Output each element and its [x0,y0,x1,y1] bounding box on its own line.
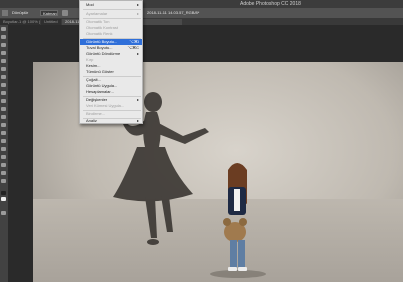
background-color-icon[interactable] [1,197,6,201]
menu-item-trap[interactable]: Bindirme... [80,111,142,117]
type-tool-icon[interactable] [1,147,6,151]
document-tabs: Boyutlar-1 @ 100% (Katman 4, RGB/8) Unti… [0,18,403,25]
tools-panel [0,25,8,282]
dodge-tool-icon[interactable] [1,131,6,135]
tool-name[interactable]: Dönüştür [10,10,30,16]
lasso-tool-icon[interactable] [1,43,6,47]
shape-tool-icon[interactable] [1,163,6,167]
marquee-tool-icon[interactable] [1,35,6,39]
gradient-tool-icon[interactable] [1,115,6,119]
foreground-color-icon[interactable] [1,191,6,195]
menu-bar: Adobe Photoshop CC 2018 [0,0,403,8]
girl-figure [223,163,247,271]
options-bar: Dönüştür Katman 2018-11-11 14.03.57_RGB/… [0,8,403,18]
menu-item-mode[interactable]: Mod ▸ [80,2,142,8]
zoom-tool-icon[interactable] [1,179,6,183]
path-select-icon[interactable] [1,155,6,159]
quick-select-tool-icon[interactable] [1,51,6,55]
quick-mask-icon[interactable] [1,211,6,215]
document-name: 2018-11-11 14.03.57_RGB/8* [147,10,200,15]
submenu-arrow-icon: ▸ [136,2,139,7]
blur-tool-icon[interactable] [1,123,6,127]
canvas-area[interactable] [8,25,403,282]
layer-select[interactable]: Katman [40,10,58,16]
brush-tool-icon[interactable] [1,83,6,87]
menu-item-analysis[interactable]: Analiz ▸ [80,118,142,124]
healing-brush-icon[interactable] [1,75,6,79]
clone-stamp-icon[interactable] [1,91,6,95]
menu-item-adjustments[interactable]: Ayarlamalar ▸ [80,11,142,17]
menu-item-calculations[interactable]: Hesaplamalar... [80,89,142,95]
move-tool-icon[interactable] [1,27,6,31]
hand-tool-icon[interactable] [1,171,6,175]
eyedropper-tool-icon[interactable] [1,67,6,71]
app-title: Adobe Photoshop CC 2018 [240,1,301,7]
menu-item-reveal-all[interactable]: Tümünü Göster [80,69,142,75]
menu-item-apply-data-set[interactable]: Veri Kümesi Uygula... [80,103,142,109]
menu-separator [83,9,141,10]
history-brush-icon[interactable] [1,99,6,103]
image-menu-dropdown: Mod ▸ Ayarlamalar ▸ Otomatik Ton Otomatik … [79,0,143,124]
crop-tool-icon[interactable] [1,59,6,63]
menu-item-auto-color[interactable]: Otomatik Renk [80,31,142,37]
submenu-arrow-icon: ▸ [136,118,139,123]
submenu-arrow-icon: ▸ [136,11,139,16]
pen-tool-icon[interactable] [1,139,6,143]
eraser-tool-icon[interactable] [1,107,6,111]
tool-preset-icon[interactable] [2,10,8,16]
align-icon[interactable] [62,10,68,16]
